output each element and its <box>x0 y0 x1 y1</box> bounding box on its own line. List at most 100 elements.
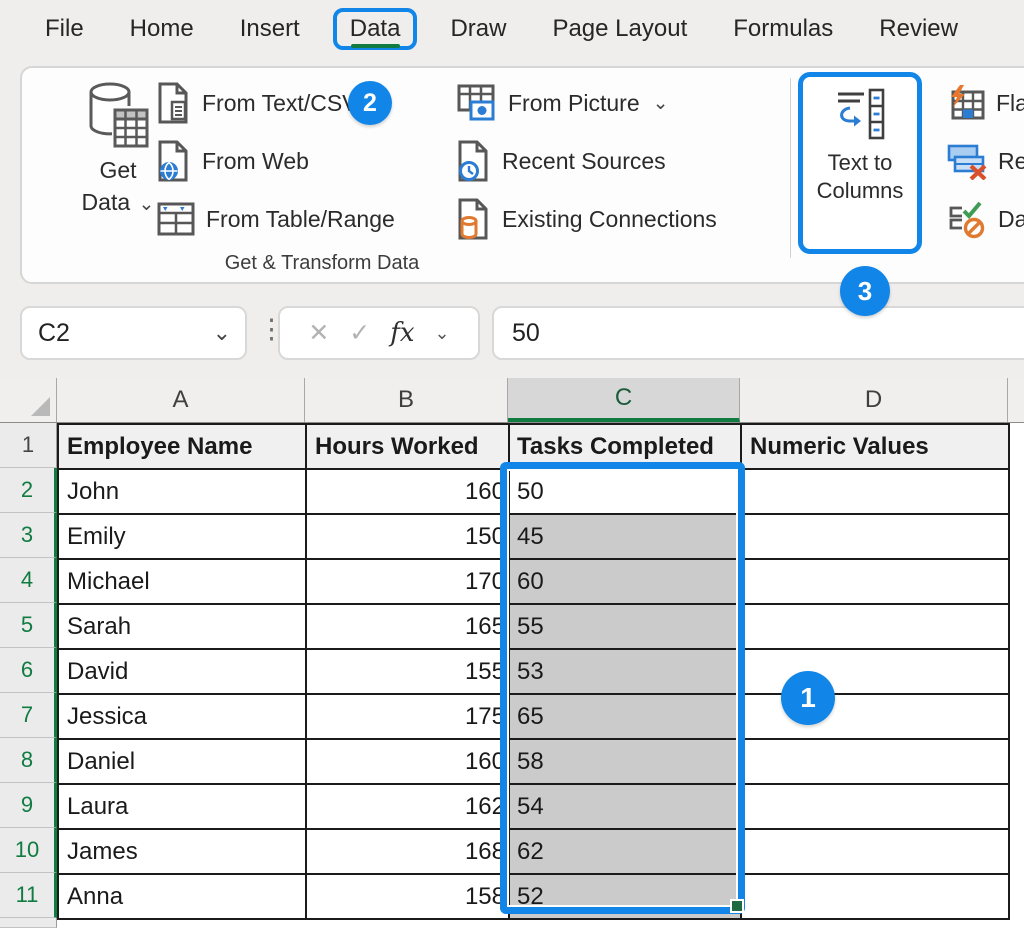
get-data-icon <box>85 80 151 154</box>
cell-A3[interactable]: Emily <box>58 514 306 559</box>
row-header-5[interactable]: 5 <box>0 603 57 648</box>
from-picture-button[interactable]: From Picture ⌄ <box>457 82 669 124</box>
row-header-3[interactable]: 3 <box>0 513 57 558</box>
row-header-4[interactable]: 4 <box>0 558 57 603</box>
cell-C3[interactable]: 45 <box>509 514 741 559</box>
cell-C4[interactable]: 60 <box>509 559 741 604</box>
cell-D4[interactable] <box>741 559 1009 604</box>
cell-D5[interactable] <box>741 604 1009 649</box>
cell-C10[interactable]: 62 <box>509 829 741 874</box>
row-header-9[interactable]: 9 <box>0 783 57 828</box>
from-text-csv-button[interactable]: From Text/CSV <box>157 82 358 124</box>
cell-A2[interactable]: John <box>58 469 306 514</box>
name-box[interactable]: C2 ⌄ <box>20 306 247 360</box>
column-header-D[interactable]: D <box>740 378 1008 422</box>
cell-C11[interactable]: 52 <box>509 874 741 919</box>
chevron-down-icon[interactable]: ⌄ <box>213 320 231 346</box>
row-header-12[interactable] <box>0 918 57 928</box>
tab-page-layout[interactable]: Page Layout <box>552 15 687 43</box>
row-header-10[interactable]: 10 <box>0 828 57 873</box>
cell-A11[interactable]: Anna <box>58 874 306 919</box>
fill-handle[interactable] <box>730 899 744 913</box>
chevron-down-icon[interactable]: ⌄ <box>435 323 450 344</box>
cell-C7[interactable]: 65 <box>509 694 741 739</box>
from-web-label: From Web <box>202 148 309 175</box>
existing-connections-button[interactable]: Existing Connections <box>457 198 717 240</box>
tab-formulas[interactable]: Formulas <box>733 15 833 43</box>
cell-D11[interactable] <box>741 874 1009 919</box>
row-header-2[interactable]: 2 <box>0 468 57 513</box>
cell-D1[interactable]: Numeric Values <box>741 424 1009 469</box>
chevron-down-icon: ⌄ <box>139 194 155 215</box>
recent-sources-button[interactable]: Recent Sources <box>457 140 666 182</box>
cell-B1[interactable]: Hours Worked <box>306 424 509 469</box>
enter-icon[interactable]: ✓ <box>349 318 370 348</box>
annotation-step-2: 2 <box>348 81 392 125</box>
cell-D2[interactable] <box>741 469 1009 514</box>
text-to-columns-label-line1: Text to <box>817 149 904 177</box>
cell-B8[interactable]: 160 <box>306 739 509 784</box>
column-header-B[interactable]: B <box>305 378 508 422</box>
flash-fill-button[interactable]: Flash Fill <box>947 82 1024 124</box>
cell-C6[interactable]: 53 <box>509 649 741 694</box>
cell-A10[interactable]: James <box>58 829 306 874</box>
formula-input[interactable]: 50 <box>492 306 1024 360</box>
cell-A1[interactable]: Employee Name <box>58 424 306 469</box>
cell-D6[interactable] <box>741 649 1009 694</box>
cell-B6[interactable]: 155 <box>306 649 509 694</box>
data-validation-button[interactable]: Data Validation <box>947 198 1024 240</box>
cell-C9[interactable]: 54 <box>509 784 741 829</box>
ribbon-group-label: Get & Transform Data <box>22 252 622 275</box>
tab-home[interactable]: Home <box>130 15 194 43</box>
cell-D10[interactable] <box>741 829 1009 874</box>
cell-C2[interactable]: 50 <box>509 469 741 514</box>
text-to-columns-button[interactable]: Text to Columns <box>798 72 922 254</box>
cell-C1[interactable]: Tasks Completed <box>509 424 741 469</box>
row-header-11[interactable]: 11 <box>0 873 57 918</box>
cell-D9[interactable] <box>741 784 1009 829</box>
cell-A6[interactable]: David <box>58 649 306 694</box>
cell-A4[interactable]: Michael <box>58 559 306 604</box>
tab-data[interactable]: Data <box>333 8 418 50</box>
recent-sources-icon <box>457 140 491 182</box>
row-header-1[interactable]: 1 <box>0 423 57 468</box>
cell-B5[interactable]: 165 <box>306 604 509 649</box>
cell-C8[interactable]: 58 <box>509 739 741 784</box>
row-header-7[interactable]: 7 <box>0 693 57 738</box>
cell-B10[interactable]: 168 <box>306 829 509 874</box>
cell-A7[interactable]: Jessica <box>58 694 306 739</box>
cell-D3[interactable] <box>741 514 1009 559</box>
cell-B2[interactable]: 160 <box>306 469 509 514</box>
cell-B4[interactable]: 170 <box>306 559 509 604</box>
remove-duplicates-button[interactable]: Remove Duplicates <box>947 140 1024 182</box>
cell-B9[interactable]: 162 <box>306 784 509 829</box>
tab-draw[interactable]: Draw <box>450 15 506 43</box>
from-text-csv-label: From Text/CSV <box>202 90 358 117</box>
cell-A8[interactable]: Daniel <box>58 739 306 784</box>
get-data-label-line2: Data <box>82 189 131 215</box>
tab-review[interactable]: Review <box>879 15 958 43</box>
cell-A5[interactable]: Sarah <box>58 604 306 649</box>
from-web-button[interactable]: From Web <box>157 140 309 182</box>
row-headers: 1234567891011 <box>0 423 57 928</box>
row-header-8[interactable]: 8 <box>0 738 57 783</box>
cell-B7[interactable]: 175 <box>306 694 509 739</box>
cell-D8[interactable] <box>741 739 1009 784</box>
cell-A9[interactable]: Laura <box>58 784 306 829</box>
select-all-corner[interactable] <box>0 378 57 422</box>
formula-value: 50 <box>512 319 540 348</box>
name-box-value: C2 <box>38 319 70 348</box>
from-table-range-button[interactable]: From Table/Range <box>157 198 395 240</box>
row-header-6[interactable]: 6 <box>0 648 57 693</box>
annotation-step-3: 3 <box>840 266 890 316</box>
tab-insert[interactable]: Insert <box>240 15 300 43</box>
cell-C5[interactable]: 55 <box>509 604 741 649</box>
tab-file[interactable]: File <box>45 15 84 43</box>
column-header-A[interactable]: A <box>57 378 305 422</box>
cell-B11[interactable]: 158 <box>306 874 509 919</box>
insert-function-icon[interactable]: fx <box>390 318 414 348</box>
remove-duplicates-icon <box>947 142 987 180</box>
column-header-C[interactable]: C <box>508 378 740 422</box>
cancel-icon[interactable]: ✕ <box>308 318 329 348</box>
cell-B3[interactable]: 150 <box>306 514 509 559</box>
